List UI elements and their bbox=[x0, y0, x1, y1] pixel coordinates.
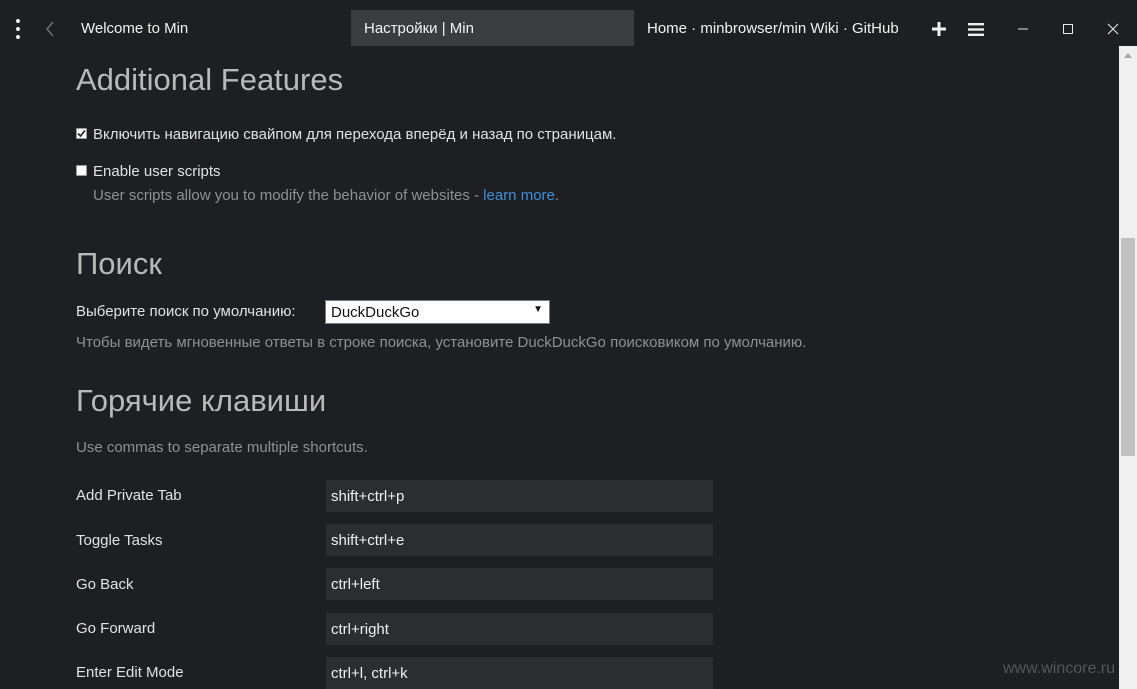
scroll-up-button[interactable] bbox=[1119, 46, 1137, 64]
learn-more-link[interactable]: learn more bbox=[483, 187, 555, 204]
plus-icon bbox=[932, 22, 946, 36]
user-scripts-description-text: User scripts allow you to modify the beh… bbox=[93, 187, 484, 204]
tab-settings[interactable]: Настройки | Min bbox=[351, 10, 634, 46]
shortcut-label: Toggle Tasks bbox=[76, 532, 163, 549]
dropdown-arrow-icon: ▼ bbox=[533, 304, 543, 315]
shortcut-input-go-back[interactable]: ctrl+left bbox=[326, 568, 713, 600]
scroll-up-arrow-icon bbox=[1124, 52, 1132, 58]
shortcut-input-toggle-tasks[interactable]: shift+ctrl+e bbox=[326, 524, 713, 556]
scrollbar-thumb[interactable] bbox=[1121, 238, 1135, 456]
settings-page: Additional Features Включить навигацию с… bbox=[0, 46, 1119, 689]
search-engine-selected: DuckDuckGo bbox=[331, 303, 420, 321]
search-heading: Поиск bbox=[76, 246, 162, 281]
shortcut-label: Go Back bbox=[76, 576, 134, 593]
watermark: www.wincore.ru bbox=[1003, 660, 1116, 677]
checkmark-icon bbox=[77, 129, 86, 138]
tab-welcome[interactable]: Welcome to Min bbox=[68, 10, 350, 46]
swipe-navigation-label: Включить навигацию свайпом для перехода … bbox=[93, 126, 617, 143]
tab-github-wiki[interactable]: Home · minbrowser/min Wiki · GitHub bbox=[634, 10, 920, 46]
close-icon bbox=[1107, 23, 1119, 35]
tab-title: Welcome to Min bbox=[81, 19, 189, 37]
shortcut-input-go-forward[interactable]: ctrl+right bbox=[326, 613, 713, 645]
tasks-button[interactable] bbox=[962, 17, 990, 41]
shortcut-label: Go Forward bbox=[76, 620, 156, 637]
hotkeys-hint: Use commas to separate multiple shortcut… bbox=[76, 439, 368, 456]
hotkeys-heading: Горячие клавиши bbox=[76, 383, 327, 418]
search-engine-label: Выберите поиск по умолчанию: bbox=[76, 303, 296, 320]
user-scripts-label: Enable user scripts bbox=[93, 163, 221, 180]
back-button[interactable] bbox=[38, 18, 62, 40]
chevron-left-icon bbox=[45, 21, 54, 37]
shortcut-input-enter-edit-mode[interactable]: ctrl+l, ctrl+k bbox=[326, 657, 713, 689]
vertical-dots-icon bbox=[16, 17, 20, 41]
maximize-button[interactable] bbox=[1053, 17, 1083, 41]
hamburger-icon bbox=[968, 22, 984, 36]
shortcut-label: Add Private Tab bbox=[76, 487, 182, 504]
additional-features-heading: Additional Features bbox=[76, 62, 344, 97]
tab-title: Home · minbrowser/min Wiki · GitHub bbox=[647, 19, 899, 37]
maximize-icon bbox=[1063, 24, 1073, 34]
user-scripts-description: User scripts allow you to modify the beh… bbox=[93, 187, 559, 204]
shortcut-input-add-private-tab[interactable]: shift+ctrl+p bbox=[326, 480, 713, 512]
shortcut-label: Enter Edit Mode bbox=[76, 664, 184, 681]
user-scripts-checkbox[interactable] bbox=[76, 165, 87, 176]
menu-button[interactable] bbox=[6, 18, 30, 40]
minimize-button[interactable] bbox=[1008, 17, 1038, 41]
search-hint: Чтобы видеть мгновенные ответы в строке … bbox=[76, 334, 807, 351]
tab-title: Настройки | Min bbox=[364, 19, 474, 37]
close-window-button[interactable] bbox=[1098, 17, 1128, 41]
new-tab-button[interactable] bbox=[926, 17, 952, 41]
search-engine-select[interactable]: DuckDuckGo ▼ bbox=[325, 300, 550, 324]
minimize-icon bbox=[1018, 28, 1028, 30]
description-suffix: . bbox=[554, 187, 560, 204]
swipe-navigation-checkbox[interactable] bbox=[76, 128, 87, 139]
